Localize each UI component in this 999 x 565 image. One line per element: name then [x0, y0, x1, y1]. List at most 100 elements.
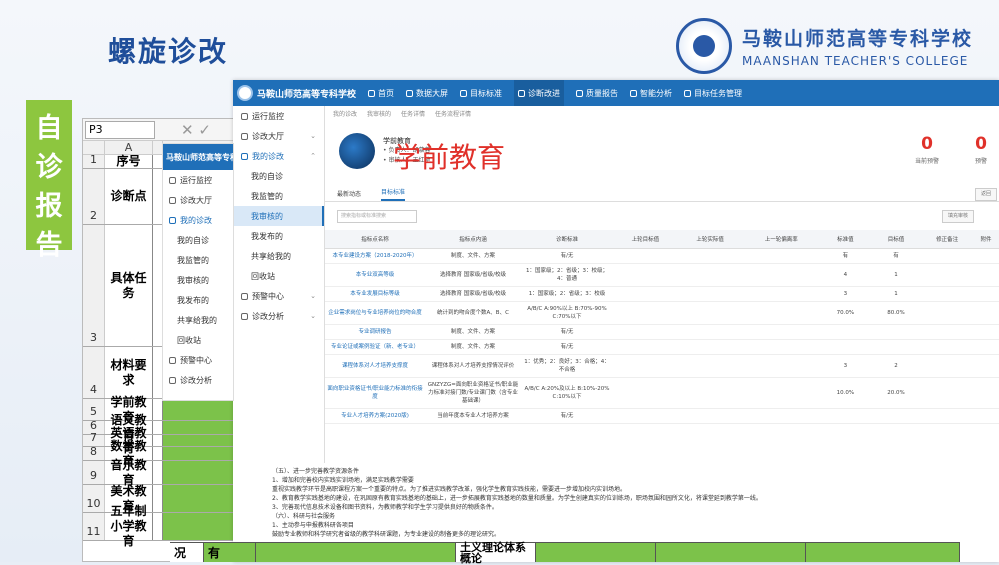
row-number[interactable]: 9 [83, 461, 105, 484]
menu-item[interactable]: 诊改大厅 ⌄ [233, 126, 324, 146]
indicator-link[interactable]: 专业调研报告 [325, 324, 425, 340]
sheet-cell-a[interactable]: 五年制小学教育 [105, 504, 153, 548]
menu-item[interactable]: 诊改大厅 [163, 190, 233, 210]
indicator-link[interactable]: 面向职业资格证书/职业能力标准的衔接度 [325, 377, 425, 409]
sheet-cell[interactable]: 况 [170, 542, 204, 562]
menu-item[interactable]: 诊改分析 ⌄ [233, 306, 324, 326]
app-brand[interactable]: 马鞍山师范高等专科学校 [237, 85, 356, 101]
menu-item[interactable]: 我的诊改 ⌃ [233, 146, 324, 166]
table-cell [742, 339, 821, 355]
menu-item-label: 我的诊改 [180, 215, 212, 225]
submenu-item[interactable]: 回收站 [233, 266, 324, 286]
sheet-cell-a[interactable]: 具体任务 [105, 225, 153, 346]
menu-item[interactable]: 诊改分析 [163, 370, 233, 390]
submenu-item[interactable]: 我发布的 [233, 226, 324, 246]
menu-item[interactable]: 预警中心 [163, 350, 233, 370]
sheet-cell-b[interactable] [153, 485, 163, 512]
nav-item[interactable]: 诊断改进 [514, 80, 565, 106]
row-number[interactable]: 2 [83, 169, 105, 224]
table-cell [921, 248, 974, 264]
breadcrumb-item[interactable]: 任务详情 [401, 109, 425, 118]
row-number[interactable]: 11 [83, 513, 105, 540]
sheet-cell-b[interactable] [153, 421, 163, 434]
counter-value: 0 [921, 134, 933, 154]
sheet-cell[interactable]: 土义理论体系概论 [456, 542, 536, 564]
sheet-cell[interactable] [256, 542, 456, 562]
menu-item[interactable]: 运行监控 [233, 106, 324, 126]
submenu-item[interactable]: 我发布的 [163, 290, 233, 310]
search-input[interactable]: 搜索指标或标准搜索 [337, 209, 417, 223]
nav-item[interactable]: 目标任务管理 [684, 88, 742, 99]
submenu-item[interactable]: 共享给我的 [233, 246, 324, 266]
row-number[interactable]: 4 [83, 347, 105, 398]
table-cell [820, 324, 871, 340]
menu-item[interactable]: 运行监控 [163, 170, 233, 190]
sheet-cell[interactable] [806, 542, 960, 562]
sheet-cell-b[interactable] [153, 513, 163, 540]
menu-icon [169, 216, 176, 224]
row-number[interactable]: 5 [83, 399, 105, 420]
sheet-cell-b[interactable] [153, 447, 163, 460]
cell-reference-box[interactable]: P3 [85, 120, 155, 139]
row-number[interactable]: 8 [83, 445, 105, 460]
submenu-item[interactable]: 共享给我的 [163, 310, 233, 330]
content-tab[interactable]: 目标标准 [381, 187, 406, 201]
review-fill-button[interactable]: 填充审核 [942, 210, 975, 223]
submenu-item[interactable]: 我审核的 [163, 270, 233, 290]
nav-item[interactable]: 智能分析 [630, 88, 672, 99]
submenu-item[interactable]: 我监管的 [163, 250, 233, 270]
sheet-cell[interactable]: 有 [204, 542, 256, 562]
indicator-link[interactable]: 专业论证或案例验证（新、老专业） [325, 339, 425, 355]
sheet-cell[interactable] [536, 542, 656, 562]
cancel-confirm-icons[interactable]: ✕ ✓ [181, 121, 211, 139]
sheet-cell-a[interactable]: 材料要求 [105, 347, 153, 398]
nav-item[interactable]: 质量报告 [576, 88, 618, 99]
submenu-item[interactable]: 我监管的 [233, 186, 324, 206]
nav-item[interactable]: 首页 [368, 88, 394, 99]
column-header-a[interactable]: A [105, 141, 153, 154]
table-cell: 课程体系对人才培养支撑情况评价 [425, 354, 521, 378]
table-row: 本专业发展目标等级 选择教育 国家级/省级/校级 1：国家级；2：省级；3：校级 3 1 [325, 286, 999, 302]
indicator-link[interactable]: 专业人才培养方案(2020版) [325, 408, 425, 424]
document-line: 1、增加和完善校内实践实训场地，满足实践教学需要 [272, 477, 414, 484]
indicator-link[interactable]: 本专业建设方案（2018-2020年） [325, 248, 425, 264]
nav-item[interactable]: 数据大屏 [406, 88, 448, 99]
table-cell [677, 377, 743, 409]
breadcrumb-item[interactable]: 我审核的 [367, 109, 391, 118]
row-number[interactable]: 3 [83, 225, 105, 346]
current-warning-counter: 0 当前预警 [915, 134, 939, 165]
menu-item[interactable]: 预警中心 ⌄ [233, 286, 324, 306]
submenu-item[interactable]: 我审核的 [233, 206, 324, 226]
indicator-link[interactable]: 本专业发展目标等级 [325, 286, 425, 302]
nav-icon [406, 89, 414, 97]
nav-item-label: 智能分析 [640, 88, 673, 98]
submenu-item[interactable]: 我的自诊 [163, 230, 233, 250]
slide-title: 螺旋诊改 [108, 35, 229, 68]
sheet-cell-a[interactable]: 序号 [105, 154, 153, 168]
breadcrumb-item[interactable]: 我的诊改 [333, 109, 357, 118]
sheet-cell[interactable] [656, 542, 806, 562]
submenu-item[interactable]: 回收站 [163, 330, 233, 350]
table-cell: 1：国家级；2：省级；3：校级；4：普通 [521, 263, 613, 287]
nav-item[interactable]: 目标标准 [460, 88, 502, 99]
table-cell [921, 339, 974, 355]
back-button[interactable]: 返回 [975, 188, 998, 201]
table-cell: 1：国家级；2：省级；3：校级 [521, 286, 613, 302]
content-tab[interactable]: 最新动态 [337, 189, 361, 201]
sheet-cell-a[interactable]: 音乐教育 [105, 458, 153, 487]
table-cell [973, 339, 999, 355]
sheet-cell-a[interactable]: 诊断点 [105, 169, 153, 224]
sheet-cell-b[interactable] [153, 399, 163, 420]
sheet-cell-b[interactable] [153, 435, 163, 446]
submenu-item[interactable]: 我的自诊 [233, 166, 324, 186]
menu-item[interactable]: 我的诊改 [163, 210, 233, 230]
breadcrumb-item[interactable]: 任务流程详情 [435, 109, 471, 118]
document-line: 1、主动参与申报教科研各项目 [272, 522, 354, 529]
sheet-cell-b[interactable] [153, 461, 163, 484]
row-number[interactable]: 1 [83, 153, 105, 168]
row-number[interactable]: 10 [83, 485, 105, 512]
indicator-link[interactable]: 本专业双高等级 [325, 263, 425, 287]
indicator-link[interactable]: 企业需求岗位与专业培养岗位的吻合度 [325, 301, 425, 325]
table-cell [973, 248, 999, 264]
indicator-link[interactable]: 课程体系对人才培养支撑度 [325, 354, 425, 378]
